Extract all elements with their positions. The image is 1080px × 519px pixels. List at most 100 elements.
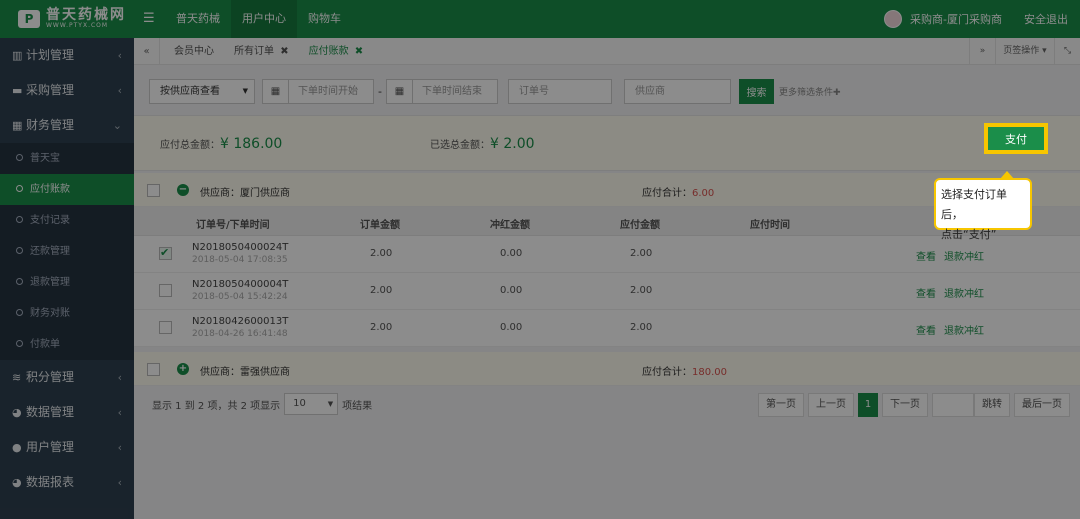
pagination: 第一页 上一页 1 下一页 跳转 最后一页 <box>754 393 1070 417</box>
bar-chart-icon: ▥ <box>12 49 23 62</box>
database-icon: ≋ <box>12 371 22 384</box>
refund-offset-link[interactable]: 退款冲红 <box>944 326 984 337</box>
row-checkbox[interactable] <box>159 321 172 334</box>
view-mode-value: 按供应商查看 <box>160 86 220 97</box>
tabs-forward-icon[interactable]: » <box>969 38 995 65</box>
tab-controls: » 页签操作 ▾ ⤡ <box>969 38 1080 65</box>
chevron-left-icon: ‹ <box>117 84 122 97</box>
minus-circle-icon[interactable]: − <box>177 184 189 196</box>
top-nav: 普天药械 用户中心 购物车 <box>165 0 352 38</box>
menu-toggle-icon[interactable]: ☰ <box>143 11 155 26</box>
topnav-item-cart[interactable]: 购物车 <box>297 0 352 38</box>
sidebar-item-finance[interactable]: ▦ 财务管理 ⌄ <box>0 108 134 143</box>
chevron-left-icon: ‹ <box>117 441 122 454</box>
pagination-info-suffix: 项结果 <box>342 400 373 412</box>
sidebar-subitem-putianbao[interactable]: 普天宝 <box>0 143 134 174</box>
calculator-icon: ▦ <box>12 119 23 132</box>
order-number-input[interactable]: 订单号 <box>508 79 612 104</box>
sidebar-item-points[interactable]: ≋ 积分管理 ‹ <box>0 360 134 395</box>
view-mode-select[interactable]: 按供应商查看 ▼ <box>149 79 255 104</box>
last-page-button[interactable]: 最后一页 <box>1014 393 1070 417</box>
supplier-checkbox[interactable] <box>147 184 160 197</box>
plus-circle-icon[interactable]: + <box>177 363 189 375</box>
chevron-left-icon: ‹ <box>117 371 122 384</box>
offset-amount: 0.00 <box>500 322 523 333</box>
sidebar-item-label: 数据报表 <box>26 475 75 489</box>
refund-offset-link[interactable]: 退款冲红 <box>944 252 984 263</box>
tab-member-center[interactable]: 会员中心 <box>164 38 224 65</box>
tabs-back-icon[interactable]: « <box>134 38 160 65</box>
column-header: 应付金额 <box>620 220 660 231</box>
order-time: 2018-04-26 16:41:48 <box>192 329 288 339</box>
sidebar-subitem-reconciliation[interactable]: 财务对账 <box>0 298 134 329</box>
order-amount: 2.00 <box>370 285 393 296</box>
sidebar-item-label: 积分管理 <box>26 370 75 384</box>
user-name[interactable]: 采购商-厦门采购商 <box>910 11 1002 27</box>
page-jump-input[interactable] <box>932 393 974 417</box>
sidebar-item-data[interactable]: ◕ 数据管理 ‹ <box>0 395 134 430</box>
tooltip-line: 选择支付订单后， <box>941 188 1007 221</box>
search-button[interactable]: 搜索 <box>739 79 774 104</box>
page-ops-dropdown[interactable]: 页签操作 ▾ <box>995 38 1054 65</box>
row-checkbox[interactable] <box>159 284 172 297</box>
order-number[interactable]: N2018050400004T <box>192 278 288 291</box>
view-link[interactable]: 查看 <box>916 289 936 300</box>
sidebar-subitem-repayment[interactable]: 还款管理 <box>0 236 134 267</box>
date-end-field[interactable]: ▦ 下单时间结束 <box>386 79 498 104</box>
pagination-info: 显示 1 到 2 项，共 2 项显示 10 ▼ 项结果 <box>152 393 372 415</box>
column-header: 应付时间 <box>750 220 790 231</box>
order-time: 2018-05-04 15:42:24 <box>192 292 288 302</box>
calendar-icon: ▦ <box>263 80 289 103</box>
first-page-button[interactable]: 第一页 <box>758 393 804 417</box>
supplier-input[interactable]: 供应商 <box>624 79 731 104</box>
sidebar-item-purchase[interactable]: ▬ 采购管理 ‹ <box>0 73 134 108</box>
logo-mark-icon: P <box>18 10 40 28</box>
refund-offset-link[interactable]: 退款冲红 <box>944 289 984 300</box>
order-number[interactable]: N2018050400024T <box>192 241 288 254</box>
sidebar-item-label: 用户管理 <box>26 440 75 454</box>
circle-icon <box>16 154 23 161</box>
table-row: N2018042600013T 2018-04-26 16:41:48 2.00 … <box>134 310 1080 347</box>
payable-amount: 2.00 <box>630 285 653 296</box>
row-checkbox[interactable] <box>159 246 172 260</box>
close-icon[interactable]: ✖ <box>355 46 363 57</box>
sidebar-item-label: 数据管理 <box>26 405 75 419</box>
next-page-button[interactable]: 下一页 <box>882 393 928 417</box>
supplier-checkbox[interactable] <box>147 363 160 376</box>
plus-icon: ✚ <box>833 88 841 98</box>
sidebar-item-label: 计划管理 <box>26 48 75 62</box>
pay-button-highlight[interactable]: 支付 <box>986 125 1046 152</box>
prev-page-button[interactable]: 上一页 <box>808 393 854 417</box>
tab-payables[interactable]: 应付账款 ✖ <box>299 38 374 65</box>
order-number[interactable]: N2018042600013T <box>192 315 288 328</box>
sidebar-subitem-payment-records[interactable]: 支付记录 <box>0 205 134 236</box>
fullscreen-icon[interactable]: ⤡ <box>1054 38 1080 65</box>
sidebar-item-plan[interactable]: ▥ 计划管理 ‹ <box>0 38 134 73</box>
supplier-group-header: + 供应商：雷强供应商 应付合计：180.00 <box>134 352 1080 386</box>
topnav-item-user-center[interactable]: 用户中心 <box>231 0 297 38</box>
logout-link[interactable]: 安全退出 <box>1024 11 1068 27</box>
amount-summary: 应付总金额：¥ 186.00 已选总金额：¥ 2.00 支付 <box>134 115 1080 171</box>
sidebar-subitem-payment-slip[interactable]: 付款单 <box>0 329 134 360</box>
view-link[interactable]: 查看 <box>916 252 936 263</box>
chevron-left-icon: ‹ <box>117 49 122 62</box>
close-icon[interactable]: ✖ <box>280 46 288 57</box>
sidebar-item-users[interactable]: ● 用户管理 ‹ <box>0 430 134 465</box>
order-cell: N2018042600013T 2018-04-26 16:41:48 <box>192 315 288 341</box>
sidebar-subitem-refund[interactable]: 退款管理 <box>0 267 134 298</box>
order-time: 2018-05-04 17:08:35 <box>192 255 288 265</box>
logo[interactable]: P 普天药械网 WWW.PTYX.COM <box>18 8 126 30</box>
sidebar-item-label: 采购管理 <box>26 83 75 97</box>
page-1-button[interactable]: 1 <box>858 393 878 417</box>
tab-all-orders[interactable]: 所有订单 ✖ <box>224 38 299 65</box>
topnav-item-putian[interactable]: 普天药械 <box>165 0 231 38</box>
sidebar-subitem-payables[interactable]: 应付账款 <box>0 174 134 205</box>
more-filters-link[interactable]: 更多筛选条件✚ <box>779 85 841 98</box>
avatar[interactable] <box>884 10 903 28</box>
view-link[interactable]: 查看 <box>916 326 936 337</box>
jump-button[interactable]: 跳转 <box>974 393 1010 417</box>
date-start-field[interactable]: ▦ 下单时间开始 <box>262 79 374 104</box>
sidebar-item-reports[interactable]: ◕ 数据报表 ‹ <box>0 465 134 500</box>
page-size-select[interactable]: 10 ▼ <box>284 393 339 415</box>
payable-total-value: ¥ 186.00 <box>220 136 283 152</box>
